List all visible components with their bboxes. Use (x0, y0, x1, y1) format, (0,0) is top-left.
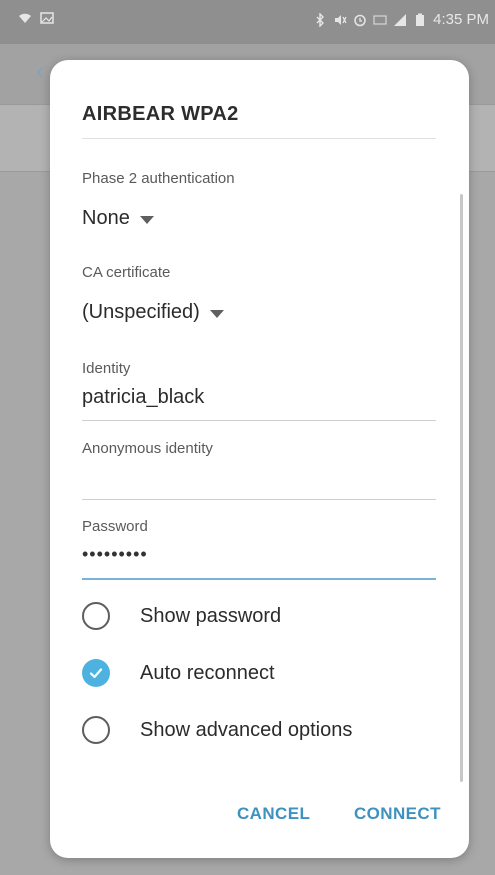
connect-button[interactable]: CONNECT (354, 804, 441, 824)
anonymous-identity-label: Anonymous identity (82, 440, 213, 457)
phase2-label: Phase 2 authentication (82, 170, 235, 187)
status-left-icons (18, 11, 54, 25)
show-password-label: Show password (140, 604, 282, 627)
cancel-button[interactable]: CANCEL (237, 804, 310, 824)
password-input[interactable]: ••••••••• (82, 544, 148, 565)
phase2-dropdown[interactable]: None (82, 207, 154, 230)
wifi-connect-dialog: AIRBEAR WPA2 Phase 2 authentication None… (50, 60, 469, 858)
signal-icon (393, 13, 407, 27)
status-bar: 4:35 PM (0, 0, 495, 44)
anonymous-identity-input[interactable] (82, 466, 436, 496)
identity-underline (82, 420, 436, 421)
bluetooth-icon (313, 12, 327, 27)
mute-icon (333, 13, 347, 27)
show-password-radio[interactable] (82, 602, 110, 630)
identity-label: Identity (82, 360, 131, 377)
auto-reconnect-checkbox[interactable] (82, 659, 110, 687)
ca-certificate-label: CA certificate (82, 264, 171, 281)
checkmark-icon (89, 668, 103, 679)
show-advanced-option[interactable]: Show advanced options (82, 714, 352, 746)
image-notification-icon (40, 11, 54, 25)
password-label: Password (82, 518, 148, 535)
auto-reconnect-option[interactable]: Auto reconnect (82, 657, 275, 689)
back-arrow-icon: ‹ (36, 58, 44, 83)
ca-certificate-dropdown[interactable]: (Unspecified) (82, 301, 224, 324)
lte-icon (373, 13, 387, 27)
auto-reconnect-label: Auto reconnect (140, 661, 275, 684)
alarm-icon (353, 13, 367, 27)
password-underline (82, 578, 436, 580)
dropdown-arrow-icon (139, 215, 154, 224)
ca-certificate-value: (Unspecified) (82, 301, 200, 323)
title-divider (82, 138, 436, 139)
dialog-scrollbar[interactable] (460, 194, 463, 782)
anonymous-identity-underline (82, 499, 436, 500)
status-right-icons: 4:35 PM (313, 11, 489, 28)
show-password-option[interactable]: Show password (82, 600, 281, 632)
identity-input[interactable]: patricia_black (82, 386, 204, 409)
show-advanced-radio[interactable] (82, 716, 110, 744)
show-advanced-label: Show advanced options (140, 718, 353, 741)
wifi-icon (18, 11, 32, 25)
status-time: 4:35 PM (433, 11, 489, 28)
battery-icon (413, 13, 427, 27)
dropdown-arrow-icon (209, 309, 224, 318)
dialog-title: AIRBEAR WPA2 (82, 103, 239, 125)
phase2-value: None (82, 207, 130, 229)
